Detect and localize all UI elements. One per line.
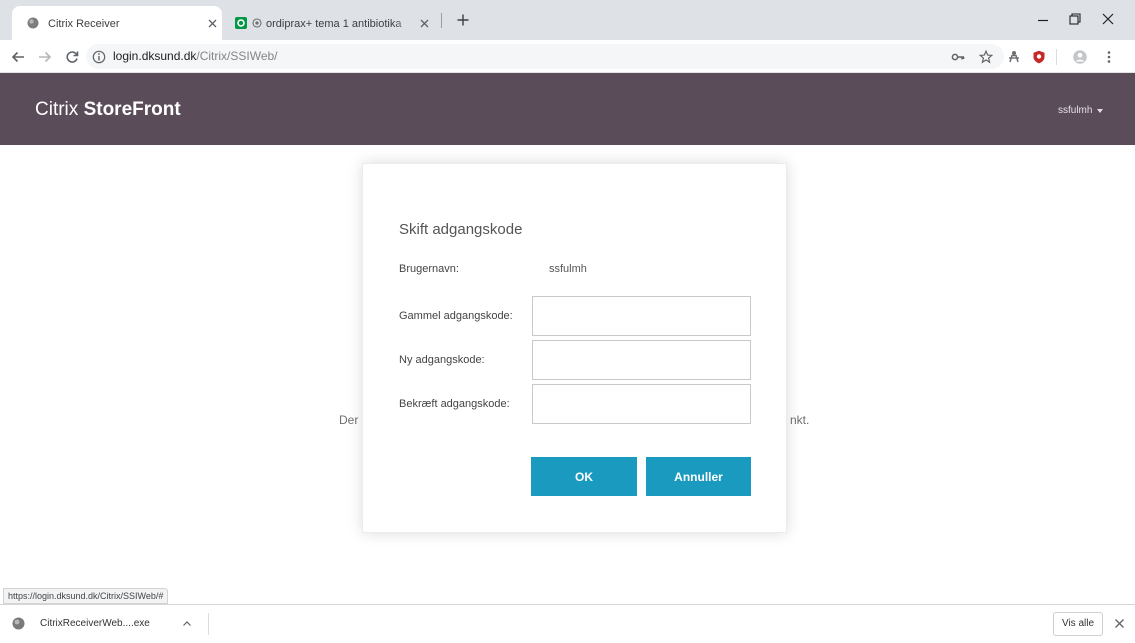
download-shelf: CitrixReceiverWeb....exe Vis alle [0,604,1135,643]
cancel-button[interactable]: Annuller [646,457,751,496]
toolbar-separator [1056,49,1057,65]
menu-dots-icon[interactable] [1102,50,1116,64]
new-tab-plus-icon[interactable] [457,14,469,26]
tab-title: Citrix Receiver [48,18,120,30]
tab-strip: Citrix Receiver ordiprax+ tema 1 antibio… [0,0,1135,40]
close-download-shelf-icon[interactable] [1114,618,1125,629]
user-name: ssfulmh [1058,105,1093,116]
new-password-label: Ny adgangskode: [399,354,485,366]
tab-title-fade [394,16,416,32]
download-file-name: CitrixReceiverWeb....exe [40,618,150,629]
profile-avatar-icon[interactable] [1073,50,1087,64]
download-item[interactable]: CitrixReceiverWeb....exe [0,605,208,643]
minimize-window-icon[interactable] [1037,14,1049,26]
browser-toolbar: login.dksund.dk/Citrix/SSIWeb/ [0,40,1135,73]
change-password-dialog: Skift adgangskode Brugernavn: ssfulmh Ga… [362,163,787,533]
close-tab-icon[interactable] [420,19,429,28]
key-icon[interactable] [951,50,965,64]
tab-separator [441,13,442,28]
tab-ordiprax[interactable]: ordiprax+ tema 1 antibiotika [222,6,440,40]
dialog-title: Skift adgangskode [399,221,523,238]
url-host: login.dksund.dk [113,49,197,63]
storefront-logo: Citrix StoreFront [35,100,181,120]
shield-extension-icon[interactable] [1032,50,1046,64]
username-value: ssfulmh [549,263,587,275]
citrix-favicon-icon [27,17,39,29]
close-tab-icon[interactable] [208,19,217,28]
restore-window-icon[interactable] [1069,13,1081,25]
new-password-input[interactable] [532,340,751,380]
background-message-left: Der [339,413,359,427]
download-separator [208,613,209,635]
url-path: /Citrix/SSIWeb/ [196,49,278,63]
citrix-file-icon [12,617,25,630]
status-url-bubble: https://login.dksund.dk/Citrix/SSIWeb/# [3,588,169,604]
record-icon [252,18,262,28]
close-window-icon[interactable] [1102,13,1114,25]
ok-button[interactable]: OK [531,457,637,496]
storefront-header: Citrix StoreFront ssfulmh [0,73,1135,145]
brand-citrix: Citrix [35,99,84,120]
chevron-up-icon[interactable] [182,619,192,629]
forward-arrow-icon[interactable] [38,50,52,64]
background-message-right: nkt. [790,413,810,427]
back-arrow-icon[interactable] [11,50,25,64]
confirm-password-input[interactable] [532,384,751,424]
qlik-favicon-icon [235,17,247,29]
user-menu[interactable]: ssfulmh [1058,104,1104,118]
caret-down-icon [1097,109,1104,113]
star-icon[interactable] [979,50,993,64]
brand-storefront: StoreFront [83,99,181,120]
reload-icon[interactable] [65,50,79,64]
extension-icon[interactable] [1007,50,1021,64]
old-password-input[interactable] [532,296,751,336]
show-all-downloads-button[interactable]: Vis alle [1053,612,1103,636]
info-icon[interactable] [92,50,106,64]
confirm-password-label: Bekræft adgangskode: [399,398,510,410]
address-url[interactable]: login.dksund.dk/Citrix/SSIWeb/ [113,50,278,63]
username-label: Brugernavn: [399,263,459,275]
tab-citrix-receiver[interactable]: Citrix Receiver [12,6,222,40]
old-password-label: Gammel adgangskode: [399,310,513,322]
